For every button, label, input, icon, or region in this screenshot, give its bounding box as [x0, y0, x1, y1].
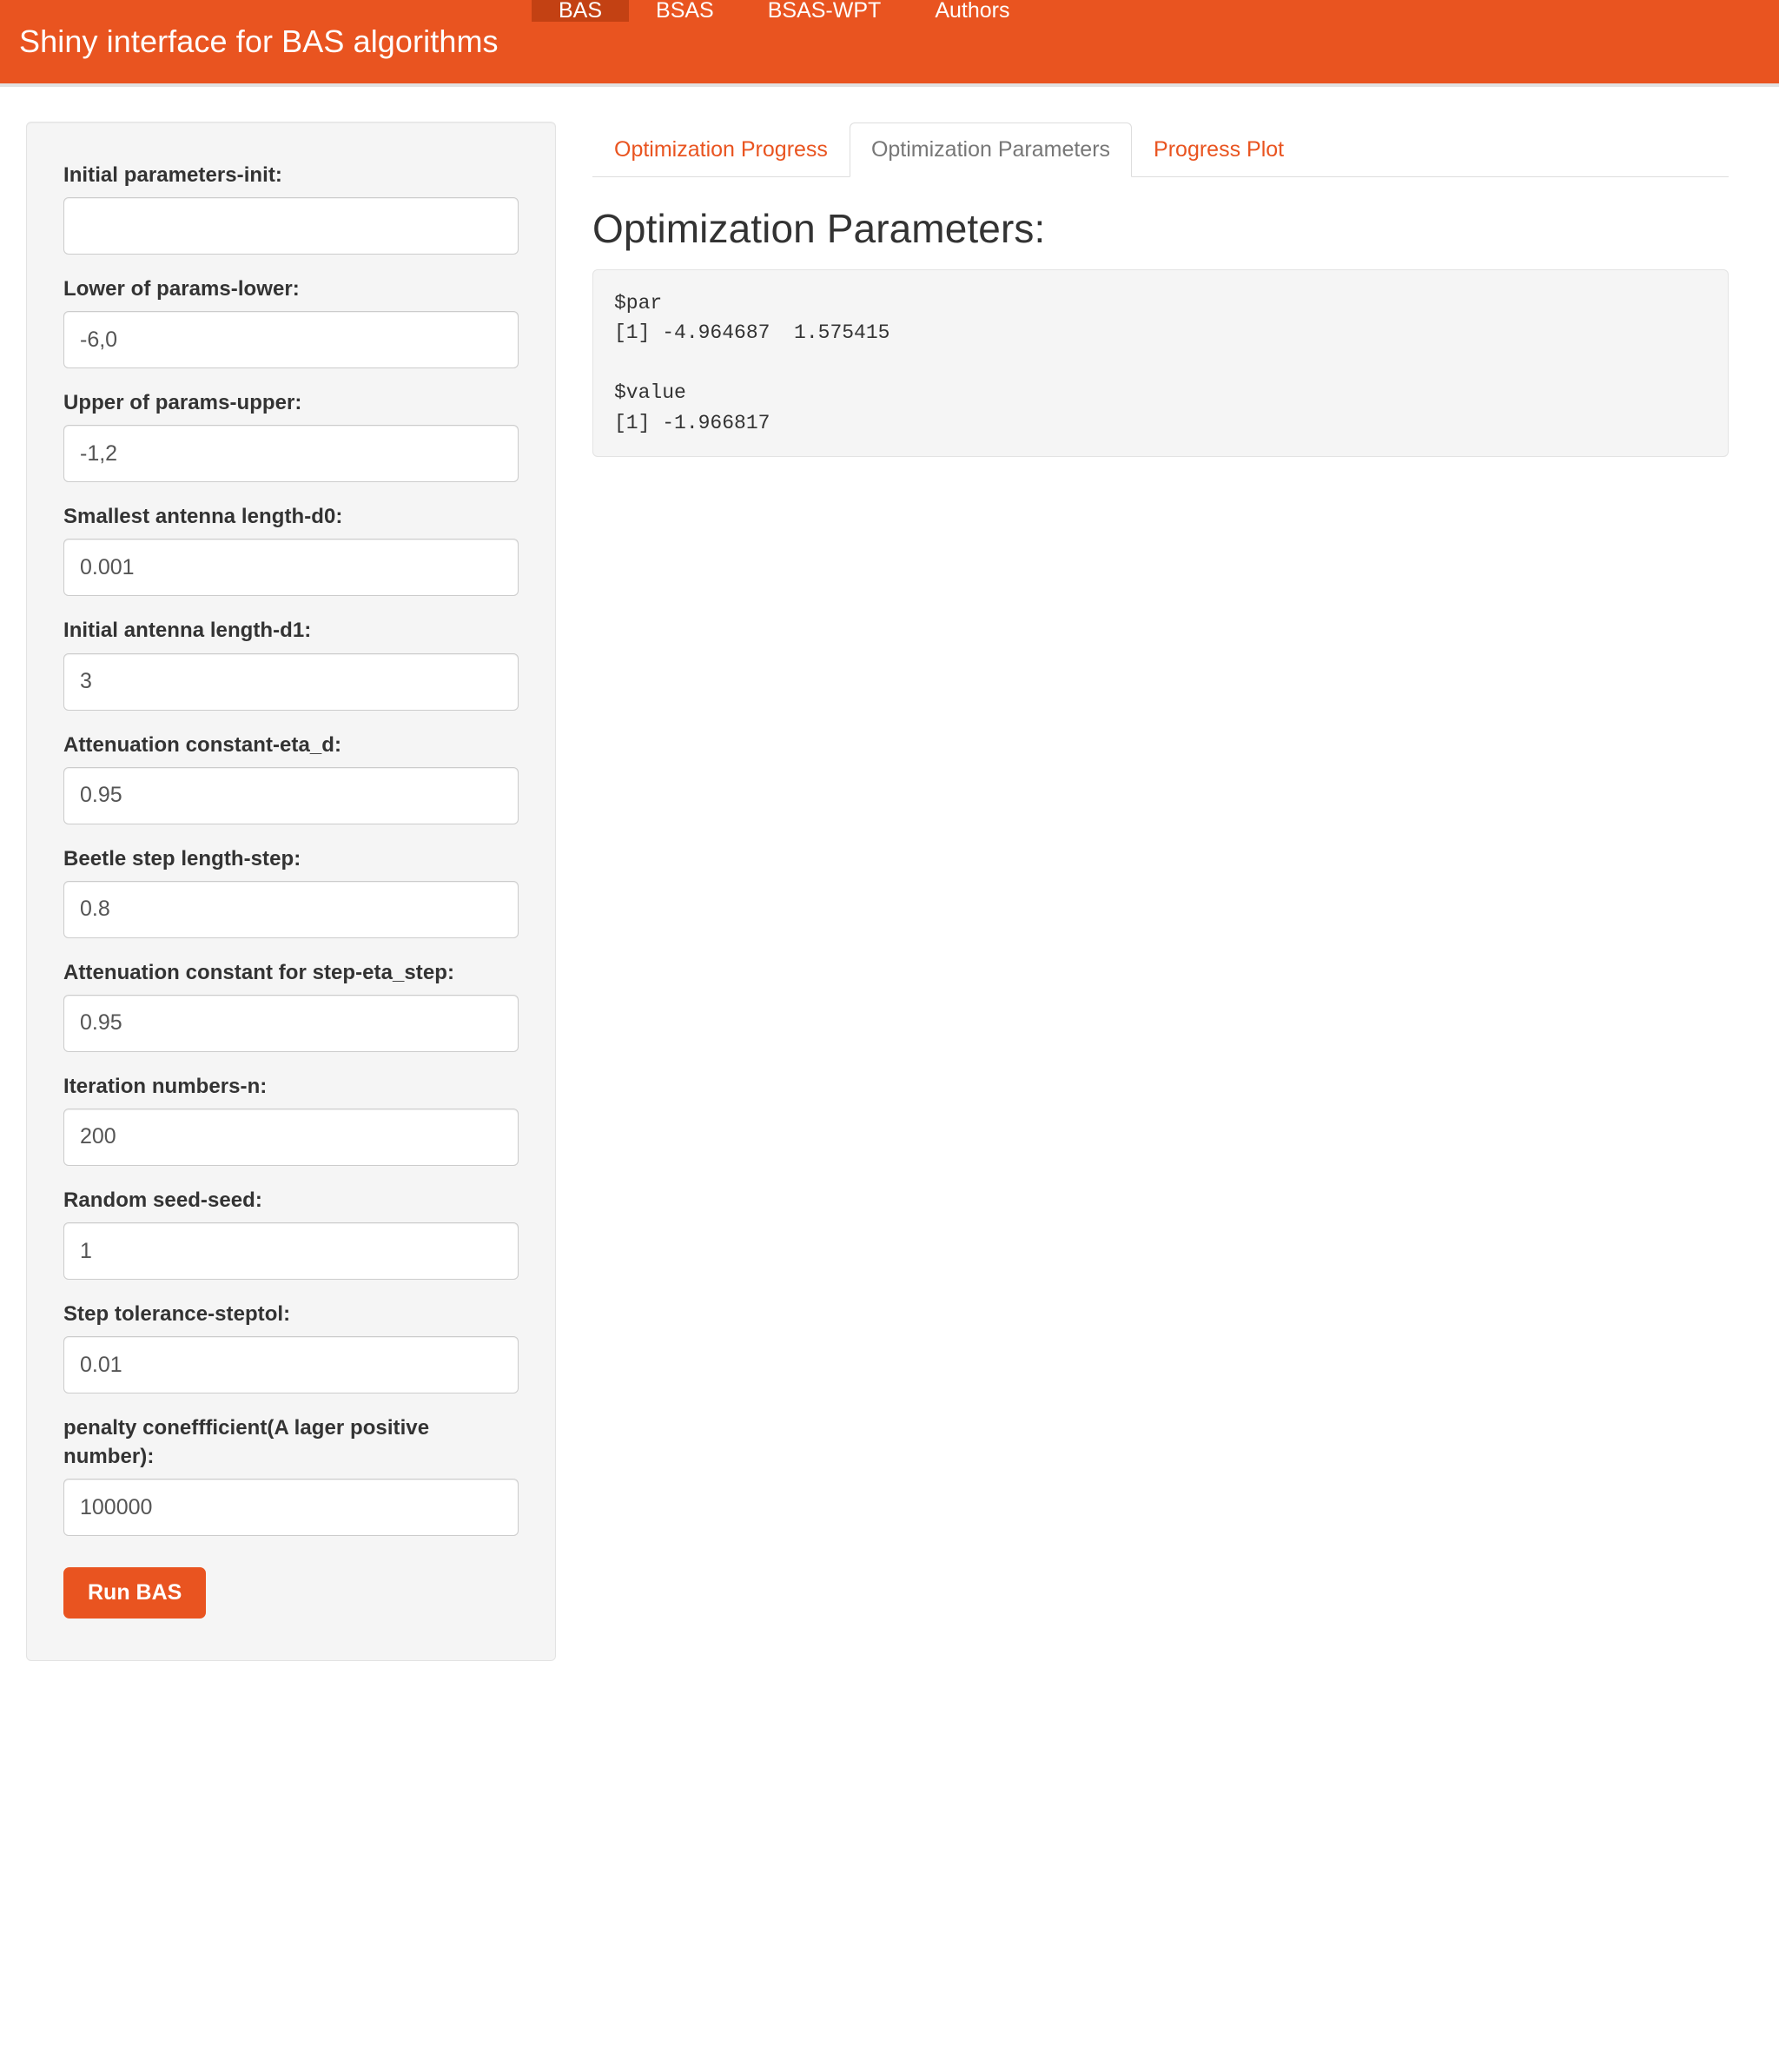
label-d1: Initial antenna length-d1: [63, 619, 312, 643]
label-n: Iteration numbers-n: [63, 1074, 268, 1098]
label-upper: Upper of params-upper: [63, 391, 302, 415]
input-init[interactable] [63, 197, 519, 255]
input-d0[interactable] [63, 539, 519, 597]
label-d0: Smallest antenna length-d0: [63, 505, 343, 529]
sidebar-panel: Initial parameters-init: Lower of params… [26, 122, 556, 1662]
label-eta-step: Attenuation constant for step-eta_step: [63, 960, 454, 984]
optimization-parameters-output: $par [1] -4.964687 1.575415 $value [1] -… [592, 268, 1729, 458]
tab-optimization-progress[interactable]: Optimization Progress [592, 122, 850, 177]
label-step: Beetle step length-step: [63, 846, 301, 871]
label-seed: Random seed-seed: [63, 1188, 262, 1212]
form-group-lower: Lower of params-lower: [63, 275, 519, 369]
label-penalty: penalty coneffficient(A lager positive n… [63, 1416, 430, 1469]
form-group-eta-step: Attenuation constant for step-eta_step: [63, 958, 519, 1052]
input-n[interactable] [63, 1108, 519, 1166]
tab-progress-plot[interactable]: Progress Plot [1132, 122, 1306, 177]
navbar-brand[interactable]: Shiny interface for BAS algorithms [0, 0, 532, 83]
nav-item-authors[interactable]: Authors [908, 0, 1036, 22]
page-container: Initial parameters-init: Lower of params… [0, 87, 1779, 1662]
page-title: Optimization Parameters: [592, 206, 1046, 251]
form-group-init: Initial parameters-init: [63, 161, 519, 255]
form-group-d1: Initial antenna length-d1: [63, 616, 519, 711]
input-upper[interactable] [63, 425, 519, 483]
form-group-upper: Upper of params-upper: [63, 388, 519, 483]
form-group-n: Iteration numbers-n: [63, 1072, 519, 1166]
tab-optimization-parameters[interactable]: Optimization Parameters [849, 122, 1133, 177]
run-bas-button[interactable]: Run BAS [63, 1567, 207, 1619]
label-lower: Lower of params-lower: [63, 277, 300, 301]
label-eta-d: Attenuation constant-eta_d: [63, 732, 342, 757]
nav-item-bsas[interactable]: BSAS [629, 0, 741, 22]
form-group-penalty: penalty coneffficient(A lager positive n… [63, 1413, 519, 1537]
label-steptol: Step tolerance-steptol: [63, 1302, 291, 1327]
input-seed[interactable] [63, 1222, 519, 1281]
form-group-eta-d: Attenuation constant-eta_d: [63, 731, 519, 824]
input-step[interactable] [63, 880, 519, 938]
tab-bar: Optimization Progress Optimization Param… [592, 122, 1729, 177]
form-group-step: Beetle step length-step: [63, 844, 519, 938]
input-eta-d[interactable] [63, 766, 519, 824]
form-group-steptol: Step tolerance-steptol: [63, 1300, 519, 1394]
input-steptol[interactable] [63, 1336, 519, 1394]
input-penalty[interactable] [63, 1479, 519, 1537]
input-d1[interactable] [63, 652, 519, 711]
label-init: Initial parameters-init: [63, 163, 282, 187]
form-group-d0: Smallest antenna length-d0: [63, 502, 519, 597]
input-eta-step[interactable] [63, 994, 519, 1052]
form-group-seed: Random seed-seed: [63, 1186, 519, 1281]
navbar-nav: BAS BSAS BSAS-WPT Authors [532, 0, 1036, 83]
nav-item-bas[interactable]: BAS [532, 0, 630, 22]
input-lower[interactable] [63, 311, 519, 369]
top-navbar: Shiny interface for BAS algorithms BAS B… [0, 0, 1779, 87]
nav-item-bsas-wpt[interactable]: BSAS-WPT [741, 0, 909, 22]
main-panel: Optimization Progress Optimization Param… [556, 122, 1753, 458]
